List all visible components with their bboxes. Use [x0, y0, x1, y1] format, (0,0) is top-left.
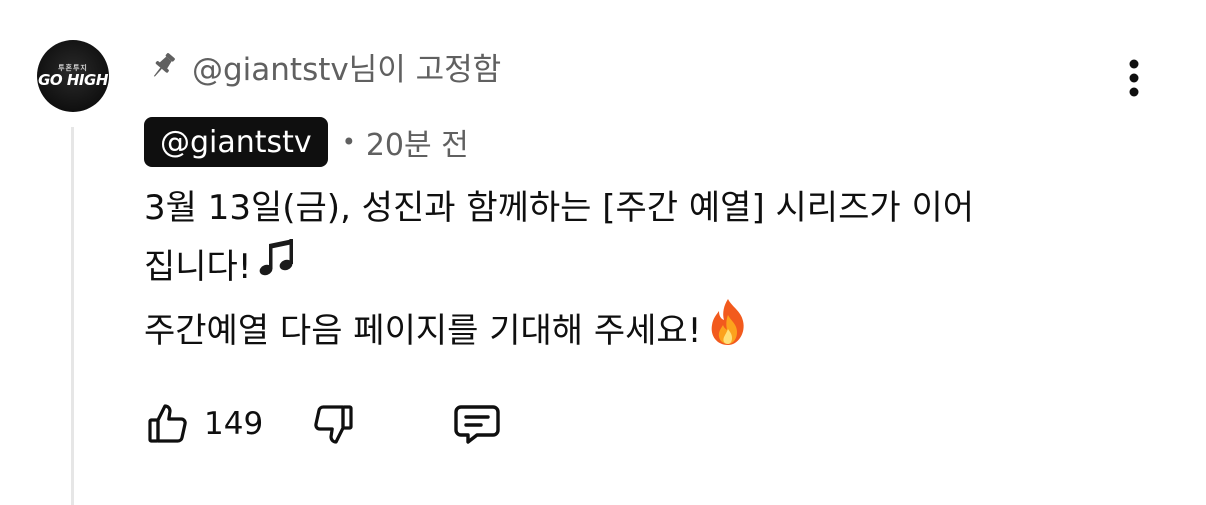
more-options-button[interactable]: [1112, 56, 1156, 100]
comment-line-text: 3월 13일(금), 성진과 함께하는 [주간 예열] 시리즈가 이어: [144, 188, 975, 228]
comment-line-text: 집니다!: [144, 246, 252, 287]
thread-line: [71, 127, 74, 505]
pinned-label: @giantstv님이 고정함: [146, 44, 501, 88]
fire-icon: [707, 297, 749, 364]
dislike-button[interactable]: [309, 400, 357, 448]
thumbs-down-icon: [314, 405, 353, 444]
pinned-text: @giantstv님이 고정함: [192, 51, 502, 88]
comment-time[interactable]: 20분 전: [366, 120, 469, 164]
avatar[interactable]: 투혼투지 GO HIGH: [37, 40, 109, 112]
like-button[interactable]: 149: [144, 400, 263, 448]
comment-line: 집니다!: [144, 236, 1144, 297]
author-handle[interactable]: @giantstv: [144, 117, 328, 167]
avatar-logo-text: GO HIGH: [38, 71, 108, 89]
music-notes-icon: [257, 236, 297, 297]
comment-line-text: 주간예열 다음 페이지를 기대해 주세요!: [144, 310, 702, 351]
meta-separator: •: [341, 128, 356, 156]
reply-button[interactable]: [451, 400, 503, 448]
comment-body: 3월 13일(금), 성진과 함께하는 [주간 예열] 시리즈가 이어 집니다!…: [144, 180, 1144, 364]
comment-line: 3월 13일(금), 성진과 함께하는 [주간 예열] 시리즈가 이어: [144, 180, 1144, 236]
comment-line: 주간예열 다음 페이지를 기대해 주세요!: [144, 297, 1144, 364]
more-vertical-icon: [1129, 59, 1139, 97]
comment-meta: @giantstv • 20분 전: [144, 117, 469, 167]
thumbs-up-icon: [148, 404, 187, 443]
pin-icon: [146, 49, 180, 83]
comment-actions: 149: [144, 398, 503, 450]
reply-comment-icon: [454, 405, 500, 444]
pinned-comment: 투혼투지 GO HIGH @giantstv님이 고정함 @giantstv •: [0, 0, 1206, 505]
like-count: 149: [204, 406, 264, 442]
